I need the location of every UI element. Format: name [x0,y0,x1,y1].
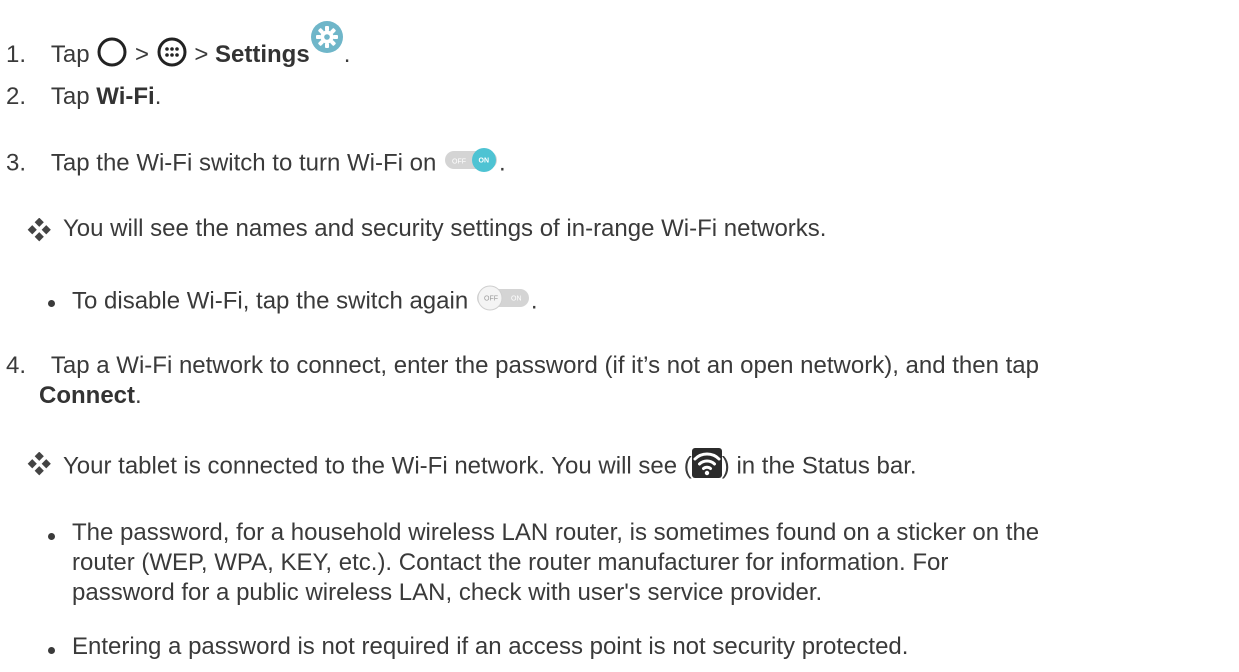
toggle-off-icon: OFF ON [475,285,531,319]
settings-label: Settings [215,41,310,68]
punctuation: . [343,41,351,68]
step-text: Tap a Wi-Fi network to connect, enter th… [50,352,1039,379]
bullet-marker [48,300,55,307]
diamond-cluster-icon [27,217,51,249]
bullet-2-line-3: password for a public wireless LAN, chec… [72,579,823,606]
punctuation: . [154,83,162,110]
bullet-2-line-2: router (WEP, WPA, KEY, etc.). Contact th… [72,549,949,576]
step-4-line-2: Connect. [39,381,142,411]
step-text: Tap the Wi-Fi switch to turn Wi-Fi on [50,149,437,177]
separator: > [134,41,149,68]
bullet-1: To disable Wi-Fi, tap the switch again O… [72,285,538,319]
punctuation: . [530,287,538,315]
step-text: Tap [50,83,90,110]
step-number: 2. [6,83,27,110]
toggle-on-text: ON [511,296,522,303]
diamond-cluster-icon [27,451,51,483]
result-text: Your tablet is connected to the Wi-Fi ne… [63,452,692,480]
bullet-text: To disable Wi-Fi, tap the switch again [72,287,469,315]
bullet-3: Entering a password is not required if a… [72,633,909,660]
step-number: 4. [6,352,27,379]
toggle-off-text: OFF [452,159,466,166]
step-text: Tap [50,41,90,68]
bullet-2-line-1: The password, for a household wireless L… [72,519,1040,546]
apps-grid-icon [156,36,188,76]
result-1: You will see the names and security sett… [63,215,827,242]
step-number: 1. [6,41,27,68]
wifi-status-icon [691,448,722,486]
punctuation: . [499,149,506,177]
step-1: 1. Tap > > Settings . [6,20,350,76]
step-4-line-1: 4. Tap a Wi-Fi network to connect, enter… [6,351,1039,381]
result-text: ) in the Status bar. [721,452,917,480]
wifi-label: Wi-Fi [96,83,155,110]
step-3: 3. Tap the Wi-Fi switch to turn Wi-Fi on… [6,147,506,181]
home-circle-icon [96,36,128,76]
result-2: Your tablet is connected to the Wi-Fi ne… [63,448,917,486]
bullet-marker [48,533,55,540]
separator: > [194,41,209,68]
toggle-on-icon: OFF ON [443,147,499,181]
gear-icon [310,20,344,62]
step-2: 2. Tap Wi-Fi. [6,82,161,112]
connect-label: Connect [39,382,135,409]
punctuation: . [135,382,142,409]
toggle-off-text: OFF [484,296,498,303]
bullet-marker [48,647,55,654]
toggle-on-text: ON [479,158,490,165]
step-number: 3. [6,149,27,177]
